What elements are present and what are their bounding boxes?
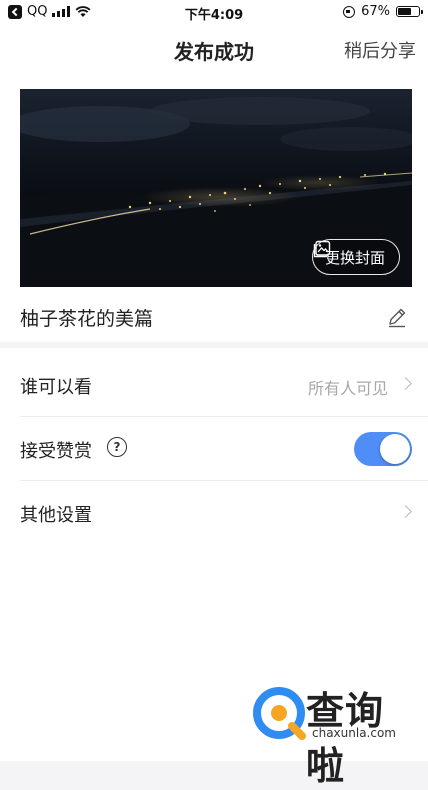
- battery-icon: [396, 6, 423, 17]
- nav-header: 发布成功 稍后分享: [0, 26, 428, 70]
- help-icon[interactable]: ?: [107, 437, 127, 457]
- battery-percent: 67%: [361, 4, 390, 19]
- battery-fill: [398, 8, 411, 15]
- edit-pencil-icon[interactable]: [386, 306, 408, 328]
- watermark-url: chaxunla.com: [312, 726, 396, 740]
- visibility-label: 谁可以看: [20, 377, 92, 398]
- cover-image[interactable]: 更换封面: [20, 89, 412, 287]
- image-icon: [313, 240, 331, 258]
- other-settings-label: 其他设置: [20, 505, 92, 526]
- post-card: 更换封面 柚子茶花的美篇: [0, 70, 428, 342]
- orientation-lock-icon: [343, 5, 356, 18]
- change-cover-button[interactable]: 更换封面: [311, 239, 400, 275]
- status-bar: QQ 下午4:09 67%: [0, 0, 428, 26]
- reward-row: 接受赞赏 ?: [0, 417, 428, 481]
- change-cover-label: 更换封面: [324, 248, 385, 267]
- toggle-knob: [380, 434, 410, 464]
- chevron-right-icon: [399, 377, 412, 390]
- visibility-value: 所有人可见: [307, 379, 388, 398]
- reward-label: 接受赞赏: [20, 441, 92, 462]
- status-right: 67%: [343, 4, 423, 19]
- chevron-right-icon: [399, 505, 412, 518]
- visibility-row[interactable]: 谁可以看 所有人可见: [0, 353, 428, 417]
- post-title: 柚子茶花的美篇: [20, 308, 154, 330]
- watermark-logo-icon: [253, 687, 306, 740]
- share-later-button[interactable]: 稍后分享: [344, 37, 416, 63]
- reward-toggle[interactable]: [354, 432, 412, 466]
- watermark: 查询啦 chaxunla.com: [252, 680, 422, 788]
- other-settings-row[interactable]: 其他设置: [0, 481, 428, 545]
